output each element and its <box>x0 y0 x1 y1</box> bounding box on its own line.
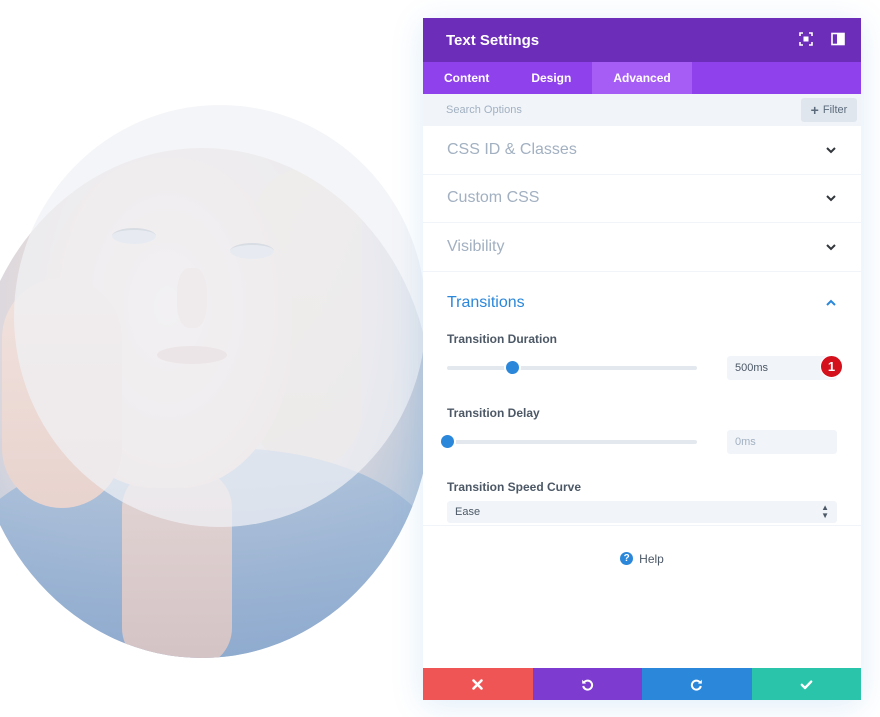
chevron-down-icon <box>826 244 836 251</box>
transition-duration-option: Transition Duration 500ms 1 <box>447 331 843 380</box>
tab-content[interactable]: Content <box>423 62 510 94</box>
filter-button[interactable]: + Filter <box>801 98 857 122</box>
duration-slider[interactable] <box>447 360 697 374</box>
chevron-down-icon <box>826 147 836 154</box>
search-bar: + Filter <box>423 94 861 126</box>
panel-title: Text Settings <box>446 31 540 49</box>
toggle-title: Custom CSS <box>447 189 540 207</box>
tab-advanced[interactable]: Advanced <box>592 62 692 94</box>
option-label: Transition Duration <box>447 331 558 346</box>
save-button[interactable] <box>751 668 861 700</box>
step-marker-badge: 1 <box>820 354 843 378</box>
fullscreen-icon[interactable] <box>799 32 813 46</box>
select-value: Ease <box>455 505 481 518</box>
settings-panel: Text Settings Content Design Advanced Se… <box>423 18 861 700</box>
undo-icon <box>581 679 593 691</box>
option-label: Transition Delay <box>447 405 540 420</box>
circle-overlay <box>14 105 426 527</box>
redo-icon <box>691 679 703 691</box>
toggle-css-id-classes[interactable]: CSS ID & Classes <box>423 126 861 175</box>
close-icon <box>472 678 484 690</box>
help-link[interactable]: ? Help <box>423 552 861 566</box>
toggle-visibility[interactable]: Visibility <box>423 223 861 272</box>
undo-button[interactable] <box>532 668 642 700</box>
tab-bar: Content Design Advanced <box>423 62 861 94</box>
toggle-transitions: Transitions Transition Duration 500ms 1 … <box>423 272 861 526</box>
toggle-title: Visibility <box>447 237 505 255</box>
discard-button[interactable] <box>423 668 533 700</box>
delay-slider[interactable] <box>440 434 697 448</box>
delay-value-input[interactable]: 0ms <box>727 429 837 454</box>
question-icon: ? <box>620 552 634 565</box>
toggle-title: CSS ID & Classes <box>447 140 577 158</box>
redo-button[interactable] <box>642 668 752 700</box>
speed-curve-select[interactable]: Ease ▲ ▼ <box>447 500 837 523</box>
transition-curve-option: Transition Speed Curve Ease ▲ ▼ <box>447 480 837 523</box>
help-label: Help <box>639 551 664 566</box>
panel-footer <box>423 668 861 700</box>
check-icon <box>800 679 813 689</box>
search-input[interactable] <box>446 104 746 116</box>
chevron-down-icon <box>826 195 836 202</box>
transition-delay-option: Transition Delay 0ms <box>440 405 837 454</box>
delay-slider-handle[interactable] <box>440 434 454 448</box>
select-arrows-icon: ▲ ▼ <box>821 502 829 520</box>
transitions-header[interactable]: Transitions <box>447 294 837 312</box>
filter-label: Filter <box>822 104 848 116</box>
sidebar-toggle-icon[interactable] <box>831 32 845 46</box>
builder-canvas: Text Settings Content Design Advanced Se… <box>0 0 880 717</box>
option-label: Transition Speed Curve <box>447 479 582 494</box>
chevron-up-icon <box>826 299 836 306</box>
panel-header[interactable]: Text Settings <box>423 18 861 62</box>
duration-slider-handle[interactable] <box>505 360 519 374</box>
toggle-title: Transitions <box>447 293 525 311</box>
plus-icon: + <box>810 102 819 118</box>
toggle-custom-css[interactable]: Custom CSS <box>423 175 861 223</box>
tab-design[interactable]: Design <box>510 62 592 94</box>
